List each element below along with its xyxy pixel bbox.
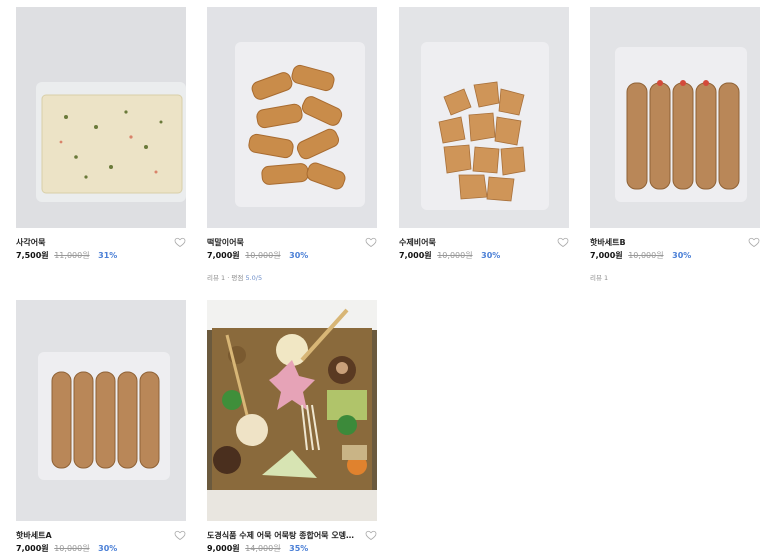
review-summary: 리뷰 1 · 평점 5.0/5 (207, 273, 377, 283)
product-image[interactable] (207, 300, 377, 521)
product-card[interactable]: 수제비어묵 7,000원 10,000원 30% (399, 7, 569, 262)
product-image[interactable] (16, 7, 186, 228)
sale-price: 7,000원 (16, 544, 49, 553)
sale-price: 7,000원 (399, 251, 432, 260)
heart-outline-icon[interactable] (174, 529, 186, 541)
discount-rate: 30% (289, 251, 309, 260)
heart-outline-icon[interactable] (365, 529, 377, 541)
sale-price: 7,000원 (207, 251, 240, 260)
discount-rate: 30% (672, 251, 692, 260)
product-name[interactable]: 수제비어묵 (399, 236, 549, 250)
heart-outline-icon[interactable] (174, 236, 186, 248)
discount-rate: 30% (481, 251, 501, 260)
heart-outline-icon[interactable] (365, 236, 377, 248)
original-price: 14,000원 (245, 544, 281, 553)
sale-price: 7,000원 (590, 251, 623, 260)
discount-rate: 35% (289, 544, 309, 553)
sale-price: 9,000원 (207, 544, 240, 553)
discount-rate: 30% (98, 544, 118, 553)
product-card[interactable]: 핫바세트A 7,000원 10,000원 30% (16, 300, 186, 555)
product-image[interactable] (16, 300, 186, 521)
product-image[interactable] (590, 7, 760, 228)
product-name[interactable]: 떡말이어묵 (207, 236, 357, 250)
rating-label: 평점 (231, 274, 244, 282)
original-price: 11,000원 (54, 251, 90, 260)
rating-score: 5.0/5 (245, 274, 263, 282)
sale-price: 7,500원 (16, 251, 49, 260)
product-card[interactable]: 핫바세트B 7,000원 10,000원 30% 리뷰 1 (590, 7, 760, 283)
original-price: 10,000원 (54, 544, 90, 553)
original-price: 10,000원 (245, 251, 281, 260)
heart-outline-icon[interactable] (557, 236, 569, 248)
review-count[interactable]: 리뷰 1 (207, 274, 225, 282)
product-name[interactable]: 사각어묵 (16, 236, 166, 250)
original-price: 10,000원 (628, 251, 664, 260)
product-card[interactable]: 사각어묵 7,500원 11,000원 31% (16, 7, 186, 262)
product-image[interactable] (207, 7, 377, 228)
product-name[interactable]: 핫바세트A (16, 529, 166, 543)
product-name[interactable]: 핫바세트B (590, 236, 740, 250)
product-image[interactable] (399, 7, 569, 228)
review-count[interactable]: 리뷰 1 (590, 274, 608, 282)
heart-outline-icon[interactable] (748, 236, 760, 248)
discount-rate: 31% (98, 251, 118, 260)
review-summary: 리뷰 1 (590, 273, 760, 283)
product-card[interactable]: 도경식품 수제 어묵 어묵탕 종합어묵 오뎅탕 ... 9,000원 14,00… (207, 300, 377, 555)
product-card[interactable]: 떡말이어묵 7,000원 10,000원 30% 리뷰 1 · 평점 5.0/5 (207, 7, 377, 283)
original-price: 10,000원 (437, 251, 473, 260)
product-name[interactable]: 도경식품 수제 어묵 어묵탕 종합어묵 오뎅탕 ... (207, 529, 357, 543)
